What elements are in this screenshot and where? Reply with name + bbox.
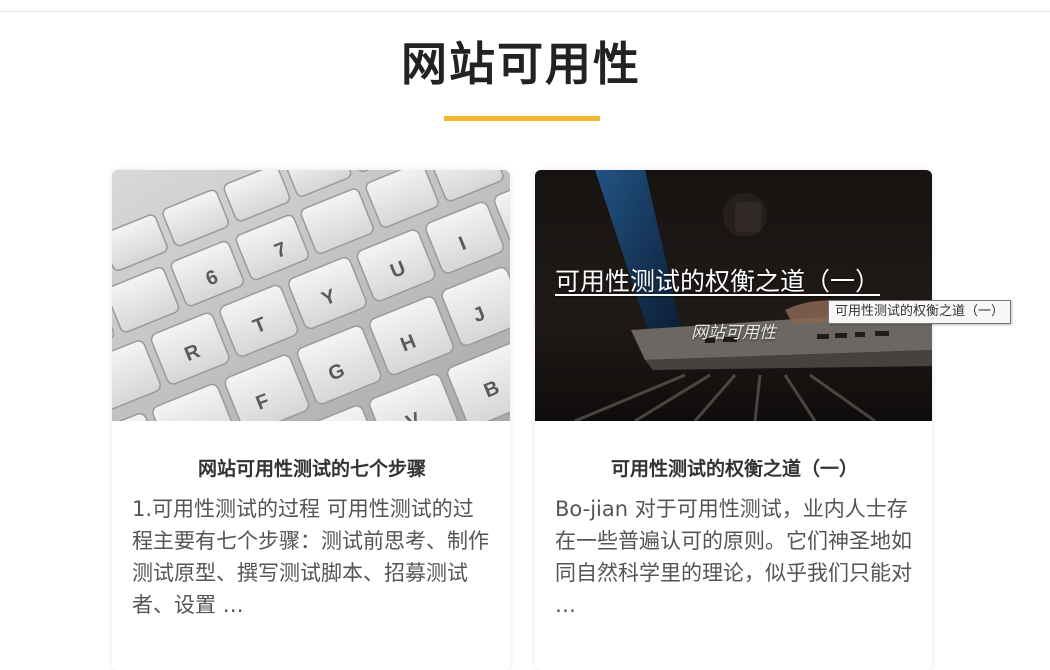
card-excerpt: Bo-jian 对于可用性测试，业内人士存在一些普遍认可的原则。它们神圣地如同自… [555,497,912,617]
card-title[interactable]: 可用性测试的权衡之道（一） [555,455,914,483]
article-card[interactable]: 可用性测试的权衡之道（一） 网站可用性 可用性测试的权衡之道（一） Bo-jia… [535,170,932,670]
laptop-photo[interactable]: 可用性测试的权衡之道（一） 网站可用性 [535,170,932,421]
link-tooltip: 可用性测试的权衡之道（一） [828,300,1012,324]
overlay-title-link[interactable]: 可用性测试的权衡之道（一） [555,262,880,298]
article-card[interactable]: 6 7 R T Y U I D F G H J C V B [112,170,510,670]
card-title[interactable]: 网站可用性测试的七个步骤 [132,455,492,483]
top-divider [0,11,1050,12]
section-title: 网站可用性 [401,37,641,91]
card-excerpt: 1.可用性测试的过程 可用性测试的过程主要有七个步骤：测试前思考、制作测试原型、… [132,497,489,617]
keyboard-photo[interactable]: 6 7 R T Y U I D F G H J C V B [112,170,510,421]
title-underline [444,116,600,121]
